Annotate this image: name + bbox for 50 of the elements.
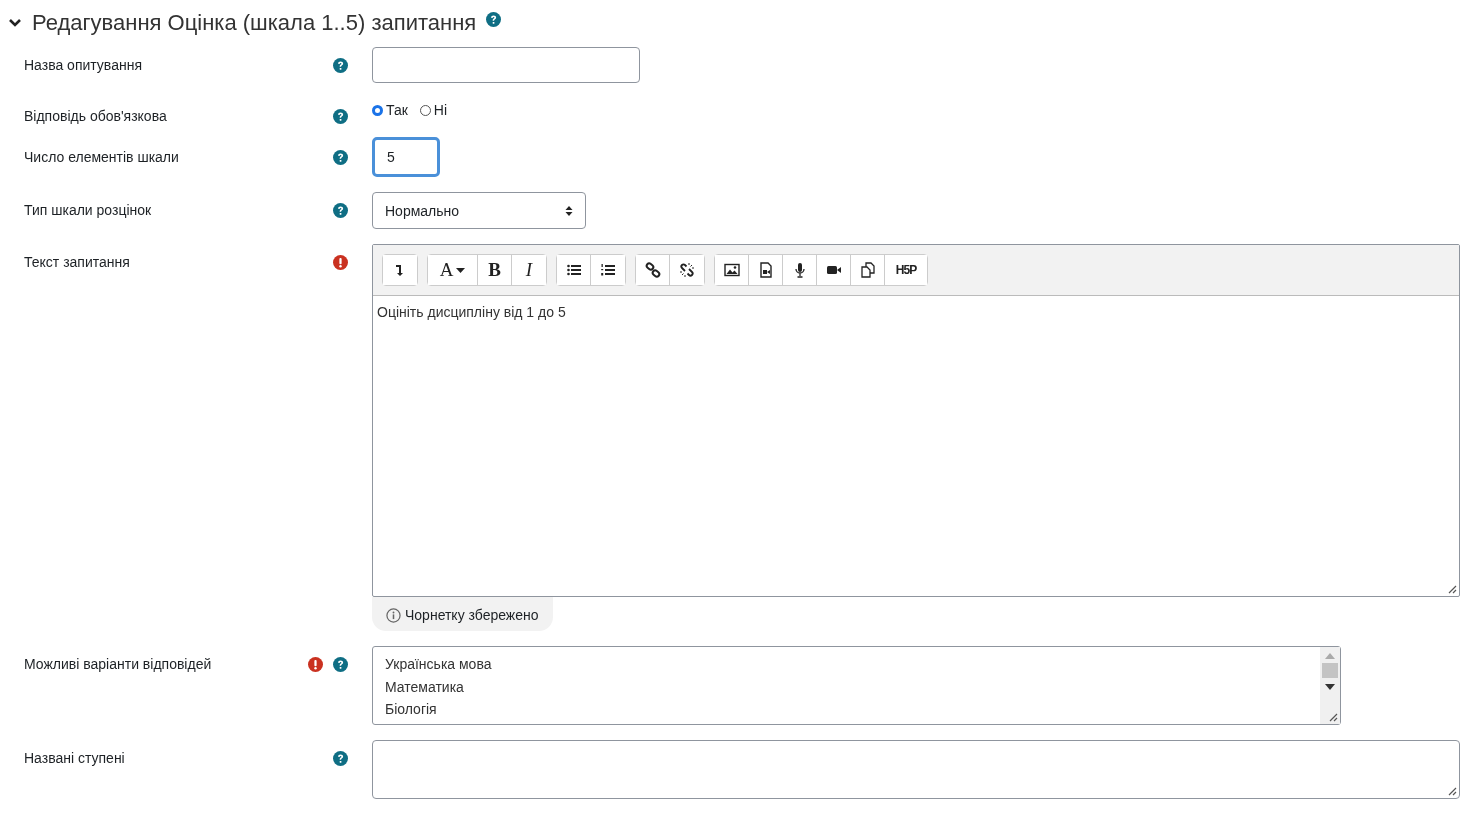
help-icon[interactable] bbox=[333, 58, 348, 73]
help-icon[interactable] bbox=[333, 751, 348, 766]
sort-caret-icon bbox=[565, 204, 573, 217]
help-icon[interactable] bbox=[333, 657, 348, 672]
field-label: Назва опитування bbox=[24, 56, 143, 73]
field-label: Число елементів шкали bbox=[24, 148, 180, 165]
field-label: Тип шкали розцінок bbox=[24, 201, 153, 218]
named-degrees-field[interactable] bbox=[372, 740, 1460, 799]
bullets-icon bbox=[565, 262, 582, 278]
info-icon bbox=[386, 607, 401, 623]
section-title: Редагування Оцінка (шкала 1..5) запитання bbox=[32, 10, 477, 36]
field-label: Можливі варіанти відповідей bbox=[24, 655, 213, 672]
field-label: Названі ступені bbox=[24, 749, 126, 766]
resize-grip-icon[interactable] bbox=[1328, 712, 1338, 722]
media-icon bbox=[757, 262, 774, 278]
expand-button[interactable] bbox=[383, 255, 417, 285]
scroll-down-icon[interactable] bbox=[1325, 684, 1335, 690]
draft-saved-text: Чорнетку збережено bbox=[405, 607, 539, 623]
help-icon[interactable] bbox=[333, 203, 348, 218]
question-text-area[interactable]: Оцініть дисципліну від 1 до 5 bbox=[373, 296, 1459, 596]
scrollbar-thumb[interactable] bbox=[1322, 663, 1338, 678]
image-button[interactable] bbox=[715, 255, 749, 285]
bullets-button[interactable] bbox=[557, 255, 591, 285]
radio-circle[interactable] bbox=[372, 104, 383, 116]
copy-icon bbox=[859, 262, 876, 278]
help-icon[interactable] bbox=[333, 109, 348, 124]
help-icon[interactable] bbox=[486, 12, 502, 27]
answer-option-line: Математика bbox=[385, 677, 465, 697]
field-label: Текст запитання bbox=[24, 253, 131, 270]
scrollbar[interactable] bbox=[1320, 647, 1340, 724]
link-button[interactable] bbox=[636, 255, 670, 285]
answer-option-line: Біологія bbox=[385, 700, 438, 719]
answer-option-line: Українська мова bbox=[385, 655, 493, 674]
field-label: Відповідь обов'язкова bbox=[24, 107, 168, 124]
image-icon bbox=[723, 262, 740, 278]
resize-grip-icon[interactable] bbox=[1447, 786, 1457, 796]
radio-option[interactable]: Ні bbox=[419, 102, 448, 118]
help-icon[interactable] bbox=[333, 150, 348, 165]
resize-grip-icon[interactable] bbox=[1447, 584, 1457, 594]
radio-option[interactable]: Так bbox=[372, 102, 408, 118]
survey-name-field[interactable] bbox=[372, 47, 640, 83]
caret-icon bbox=[456, 267, 466, 273]
answer-options-field[interactable]: Українська мова Математика Біологія bbox=[372, 646, 1341, 725]
numbers-icon bbox=[600, 262, 616, 278]
font-button[interactable]: A bbox=[428, 255, 478, 285]
unlink-icon bbox=[679, 262, 695, 278]
link-icon bbox=[644, 262, 661, 278]
chevron-down-icon[interactable] bbox=[8, 18, 22, 28]
scale-type-select[interactable]: Нормально bbox=[372, 192, 586, 229]
number-field[interactable]: 5 bbox=[372, 137, 440, 177]
